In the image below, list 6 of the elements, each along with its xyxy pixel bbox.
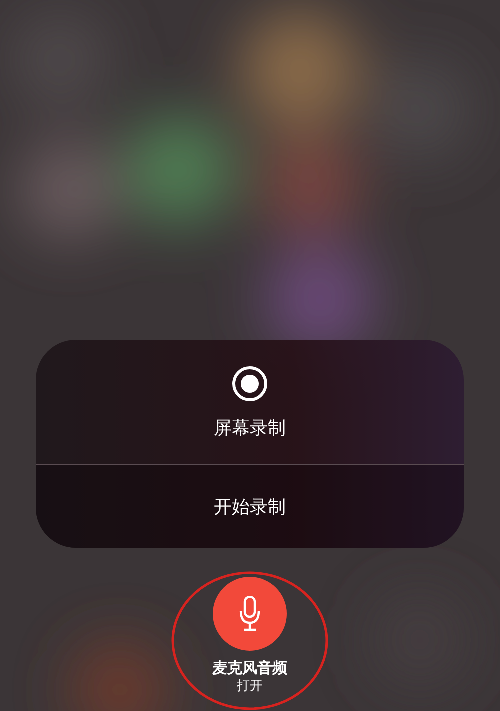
microphone-icon <box>239 596 261 632</box>
panel-title: 屏幕录制 <box>214 417 286 440</box>
microphone-status: 打开 <box>237 678 263 695</box>
microphone-label: 麦克风音频 <box>212 659 288 678</box>
record-icon <box>232 366 268 402</box>
start-recording-button[interactable]: 开始录制 <box>36 465 464 548</box>
